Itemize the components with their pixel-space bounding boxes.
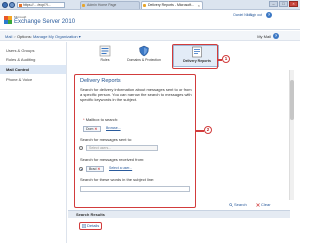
options-bar: Mail > Options: Manage My Organization ▾…	[0, 31, 300, 41]
mailbox-label: * Mailbox to search:	[83, 117, 118, 122]
tab-page-icon	[143, 4, 146, 7]
received-token-text: Brad	[89, 167, 97, 171]
help-icon[interactable]: ?	[273, 33, 279, 39]
address-bar[interactable]: https://... /ecp/?l...	[17, 2, 65, 8]
office-logo-icon	[4, 16, 12, 24]
app-header: Microsoft Exchange Server 2010 Daniel Ni…	[0, 11, 300, 30]
sidebar: Users & Groups Roles & Auditing Mail Con…	[0, 42, 67, 243]
domains-protection-button[interactable]: Domains & Protection	[125, 45, 163, 67]
vertical-scrollbar[interactable]	[289, 70, 294, 200]
received-from-radio[interactable]	[79, 167, 83, 171]
domains-protection-label: Domains & Protection	[127, 58, 161, 62]
sidebar-item-phone-voice[interactable]: Phone & Voice	[0, 75, 66, 84]
browse-link[interactable]: Browse...	[104, 126, 159, 132]
help-icon[interactable]: ?	[266, 12, 272, 18]
sent-to-label: Search for messages sent to:	[80, 137, 133, 142]
details-button[interactable]: Details	[79, 222, 103, 230]
sidebar-item-users-groups[interactable]: Users & Groups	[0, 46, 66, 55]
search-button[interactable]: Search	[229, 202, 247, 207]
remove-token-icon[interactable]: ✕	[97, 167, 100, 171]
close-button[interactable]: ×	[289, 1, 298, 7]
mailbox-token-text: Dom	[86, 127, 94, 131]
tab-delivery-reports[interactable]: Delivery Reports - Microsoft... ×	[141, 1, 203, 9]
callout-number-1: 1	[222, 55, 230, 63]
my-mail-link[interactable]: My Mail	[257, 34, 271, 39]
tab-label: Delivery Reports - Microsoft...	[148, 3, 195, 7]
back-button[interactable]	[2, 2, 8, 8]
manage-dropdown[interactable]: Manage My Organization ▾	[33, 34, 81, 39]
product-name: Exchange Server 2010	[14, 19, 76, 25]
sidebar-item-roles-auditing[interactable]: Roles & Auditing	[0, 55, 66, 64]
subject-input[interactable]	[80, 186, 190, 192]
received-from-label: Search for messages received from:	[80, 157, 145, 162]
received-from-token[interactable]: Brad✕	[86, 166, 104, 172]
tab-admin-home[interactable]: Admin Home Page	[80, 1, 140, 9]
mailbox-label-text: Mailbox to search:	[85, 117, 119, 122]
search-label: Search	[234, 202, 247, 207]
required-mark: *	[83, 117, 85, 122]
forward-button[interactable]	[9, 2, 15, 8]
site-icon	[19, 4, 22, 7]
callout-connector-2	[196, 130, 204, 132]
minimize-button[interactable]: –	[269, 1, 278, 7]
page-title: Delivery Reports	[80, 78, 121, 84]
search-results-header: Search Results	[68, 210, 290, 218]
rules-button[interactable]: Rules	[86, 45, 124, 67]
callout-number-2: 2	[204, 126, 212, 134]
options-label: Options:	[16, 34, 32, 39]
rules-label: Rules	[100, 58, 110, 62]
page-description: Search for delivery information about me…	[80, 87, 192, 102]
clear-label: Clear	[261, 202, 271, 207]
sidebar-item-mail-control[interactable]: Mail Control	[0, 65, 66, 74]
sent-to-field[interactable]: Select users...	[86, 145, 158, 151]
details-label: Details	[87, 223, 100, 228]
mail-link[interactable]: Mail	[5, 34, 12, 39]
sign-out-link[interactable]: Sign out	[249, 13, 262, 17]
search-icon	[229, 203, 233, 207]
remove-token-icon[interactable]: ✕	[94, 127, 97, 131]
browser-chrome: https://... /ecp/?l... Admin Home Page D…	[0, 0, 300, 10]
shield-icon	[139, 45, 149, 57]
subject-label: Search for these words in the subject li…	[80, 177, 155, 182]
rules-icon	[99, 45, 111, 57]
address-text: https://... /ecp/?l...	[23, 3, 51, 7]
callout-highlight-1	[172, 44, 218, 69]
tab-label: Admin Home Page	[87, 3, 117, 7]
scrollbar-thumb[interactable]	[290, 80, 294, 120]
select-user-link[interactable]: Select a user...	[107, 166, 158, 172]
clear-button[interactable]: Clear	[256, 202, 271, 207]
tab-close-icon[interactable]: ×	[198, 2, 200, 9]
tab-page-icon	[82, 4, 85, 7]
sent-to-radio[interactable]	[79, 146, 83, 150]
details-icon	[82, 224, 86, 228]
maximize-button[interactable]: □	[279, 1, 288, 7]
breadcrumb: Mail > Options: Manage My Organization ▾	[5, 34, 81, 39]
clear-icon	[256, 203, 260, 207]
breadcrumb-separator: >	[13, 34, 16, 39]
window-controls: – □ ×	[269, 1, 298, 7]
mailbox-token[interactable]: Dom✕	[83, 126, 101, 132]
